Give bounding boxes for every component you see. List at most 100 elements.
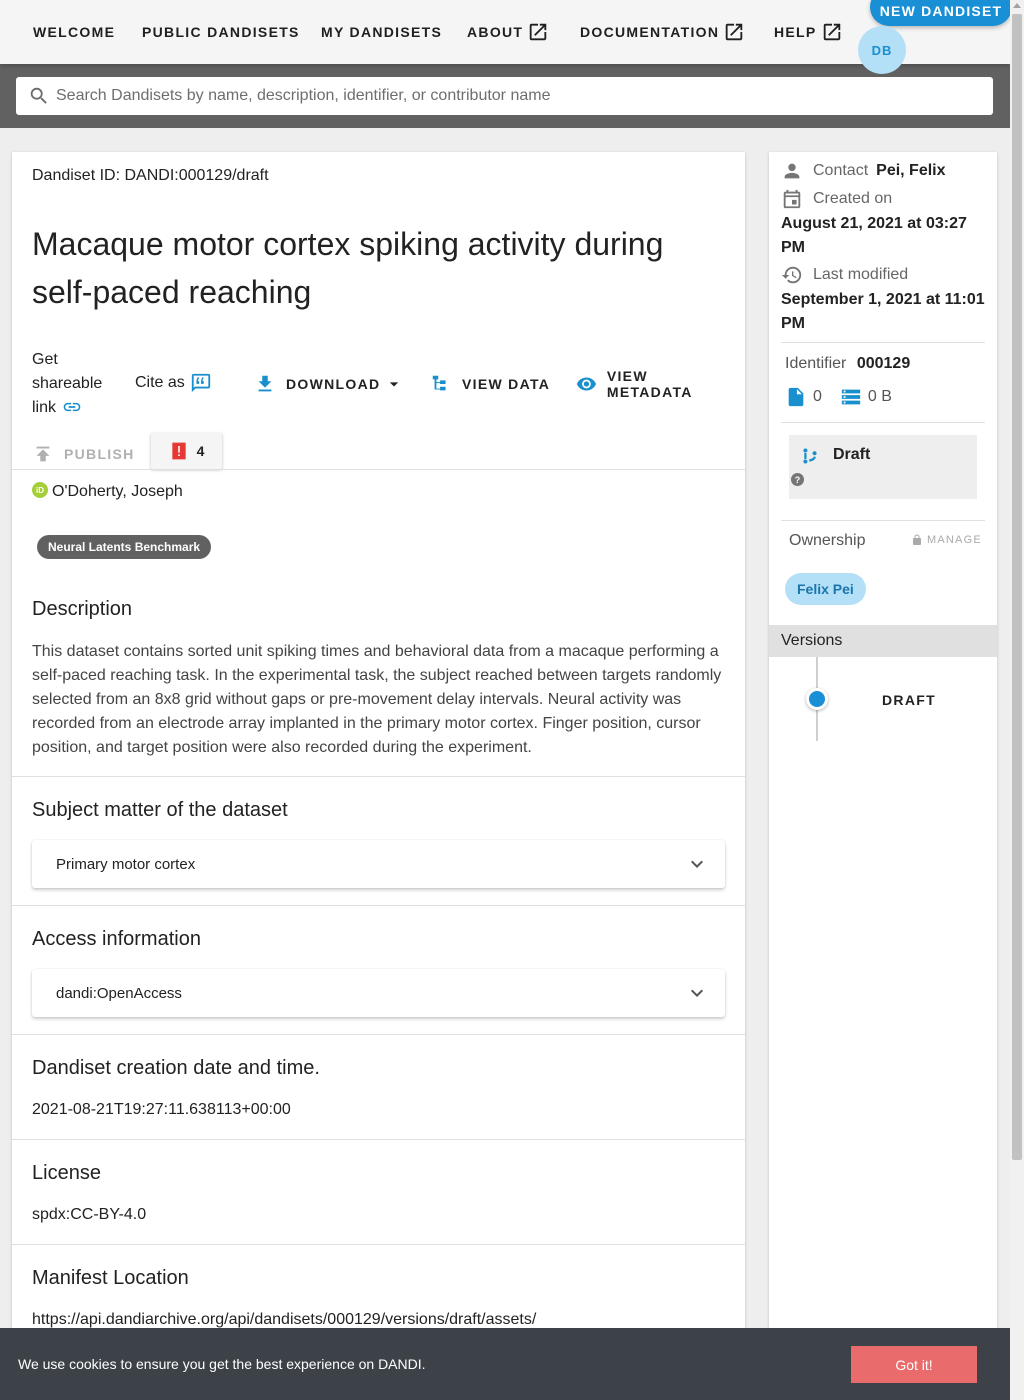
view-metadata-button[interactable]: VIEW METADATA <box>576 368 732 400</box>
publish-icon <box>36 446 50 462</box>
timeline-dot <box>806 688 828 710</box>
scrollbar-thumb[interactable] <box>1012 14 1022 1160</box>
nav-documentation-label: DOCUMENTATION <box>580 24 720 40</box>
nav-my-dandisets[interactable]: MY DANDISETS <box>321 22 442 42</box>
versions-heading: Versions <box>769 625 997 657</box>
created-label: Created on <box>813 190 893 207</box>
caret-down-icon <box>390 382 399 387</box>
tag-chip: Neural Latents Benchmark <box>37 535 212 559</box>
divider <box>12 1139 745 1140</box>
manifest-heading: Manifest Location <box>32 1267 189 1289</box>
size-value: 0 B <box>867 388 892 405</box>
divider <box>781 520 985 521</box>
version-draft-link[interactable]: DRAFT <box>882 692 936 708</box>
manage-ownership-button[interactable]: MANAGE <box>911 534 982 546</box>
help-icon[interactable]: ? <box>791 473 804 486</box>
contact-value: Pei, Felix <box>876 162 946 179</box>
lock-icon <box>913 534 921 545</box>
new-dandiset-button[interactable]: NEW DANDISET <box>870 0 1012 26</box>
dandiset-main-card: Dandiset ID: DANDI:000129/draft Macaque … <box>12 152 745 1400</box>
license-heading: License <box>32 1162 101 1184</box>
nav-about[interactable]: ABOUT <box>467 22 549 42</box>
scroll-up-arrow[interactable] <box>1013 3 1021 8</box>
view-data-label: VIEW DATA <box>462 376 551 392</box>
identifier-label: Identifier <box>785 355 847 372</box>
link-icon <box>64 402 81 412</box>
access-expander[interactable]: dandi:OpenAccess <box>32 969 725 1017</box>
divider <box>12 1244 745 1245</box>
modified-value: September 1, 2021 at 11:01 PM <box>781 291 985 332</box>
share-link-button[interactable]: Get shareable link <box>32 348 112 420</box>
format-quote-icon <box>191 373 210 393</box>
subject-heading: Subject matter of the dataset <box>32 799 288 821</box>
contact-row: Contact Pei, Felix <box>781 160 946 182</box>
search-input[interactable] <box>56 87 956 105</box>
dandiset-sidebar: Contact Pei, Felix Created on August 21,… <box>769 152 997 1400</box>
file-icon <box>788 387 804 407</box>
access-heading: Access information <box>32 928 201 950</box>
storage-icon <box>841 389 861 405</box>
history-icon <box>781 266 802 284</box>
draft-label: Draft <box>833 446 871 463</box>
calendar-icon <box>783 189 801 209</box>
publish-label: PUBLISH <box>64 446 135 462</box>
divider <box>781 422 985 423</box>
view-data-button[interactable]: VIEW DATA <box>430 372 550 396</box>
nav-documentation[interactable]: DOCUMENTATION <box>580 22 745 42</box>
download-button[interactable]: DOWNLOAD <box>254 372 404 396</box>
divider <box>781 342 985 343</box>
cookie-accept-button[interactable]: Got it! <box>851 1346 977 1383</box>
owner-chip: Felix Pei <box>785 573 866 605</box>
divider <box>12 1034 745 1035</box>
ownership-label: Ownership <box>789 532 866 549</box>
page-title: Macaque motor cortex spiking activity du… <box>32 226 664 310</box>
nav-welcome[interactable]: WELCOME <box>33 22 115 42</box>
publish-button[interactable]: PUBLISH <box>32 439 135 469</box>
manage-label: MANAGE <box>927 534 982 546</box>
open-in-new-icon <box>726 23 743 41</box>
alert-icon <box>171 442 186 460</box>
nav-help-label: HELP <box>774 24 817 40</box>
subject-value: Primary motor cortex <box>56 855 196 873</box>
download-icon <box>258 375 272 392</box>
search-bar <box>0 64 1010 128</box>
nav-public-dandisets[interactable]: PUBLIC DANDISETS <box>142 22 300 42</box>
file-count: 0 <box>813 388 822 405</box>
person-icon <box>784 163 800 179</box>
stats-row: 0 0 B <box>785 386 892 408</box>
divider <box>12 469 745 470</box>
identifier-value: 000129 <box>856 355 911 372</box>
warning-count: 4 <box>196 443 205 459</box>
identifier-row: Identifier 000129 <box>785 355 910 373</box>
divider <box>12 905 745 906</box>
creation-value: 2021-08-21T19:27:11.638113+00:00 <box>32 1101 291 1118</box>
cookie-text: We use cookies to ensure you get the bes… <box>18 1356 426 1372</box>
contact-label: Contact <box>813 162 869 179</box>
created-value: August 21, 2021 at 03:27 PM <box>781 215 967 256</box>
orcid-icon: iD <box>32 482 48 498</box>
cookie-banner: We use cookies to ensure you get the bes… <box>0 1328 1010 1400</box>
creation-heading: Dandiset creation date and time. <box>32 1057 320 1079</box>
description-text: This dataset contains sorted unit spikin… <box>32 643 722 756</box>
license-value: spdx:CC-BY-4.0 <box>32 1206 147 1223</box>
open-in-new-icon <box>530 23 547 41</box>
access-value: dandi:OpenAccess <box>56 984 182 1002</box>
nav-help[interactable]: HELP <box>774 22 843 42</box>
open-in-new-icon <box>823 23 840 41</box>
validation-warnings-button[interactable]: 4 <box>151 433 222 469</box>
subject-expander[interactable]: Primary motor cortex <box>32 840 725 888</box>
manifest-link[interactable]: https://api.dandiarchive.org/api/dandise… <box>32 1311 536 1329</box>
nav-about-label: ABOUT <box>467 24 524 40</box>
modified-label: Last modified <box>813 266 909 283</box>
cite-as-button[interactable]: Cite as <box>135 372 212 394</box>
source-branch-icon <box>803 448 817 464</box>
action-bar: Get shareable link Cite as DOWNLOAD VIEW… <box>32 348 732 418</box>
search-icon <box>30 87 47 104</box>
user-avatar[interactable]: DB <box>858 26 906 74</box>
dandiset-id: Dandiset ID: DANDI:000129/draft <box>32 167 269 184</box>
modified-row: Last modified <box>781 264 908 286</box>
view-metadata-label: VIEW METADATA <box>606 368 693 400</box>
divider <box>12 776 745 777</box>
search-field <box>16 77 993 115</box>
contributor[interactable]: iD O'Doherty, Joseph <box>32 482 183 501</box>
